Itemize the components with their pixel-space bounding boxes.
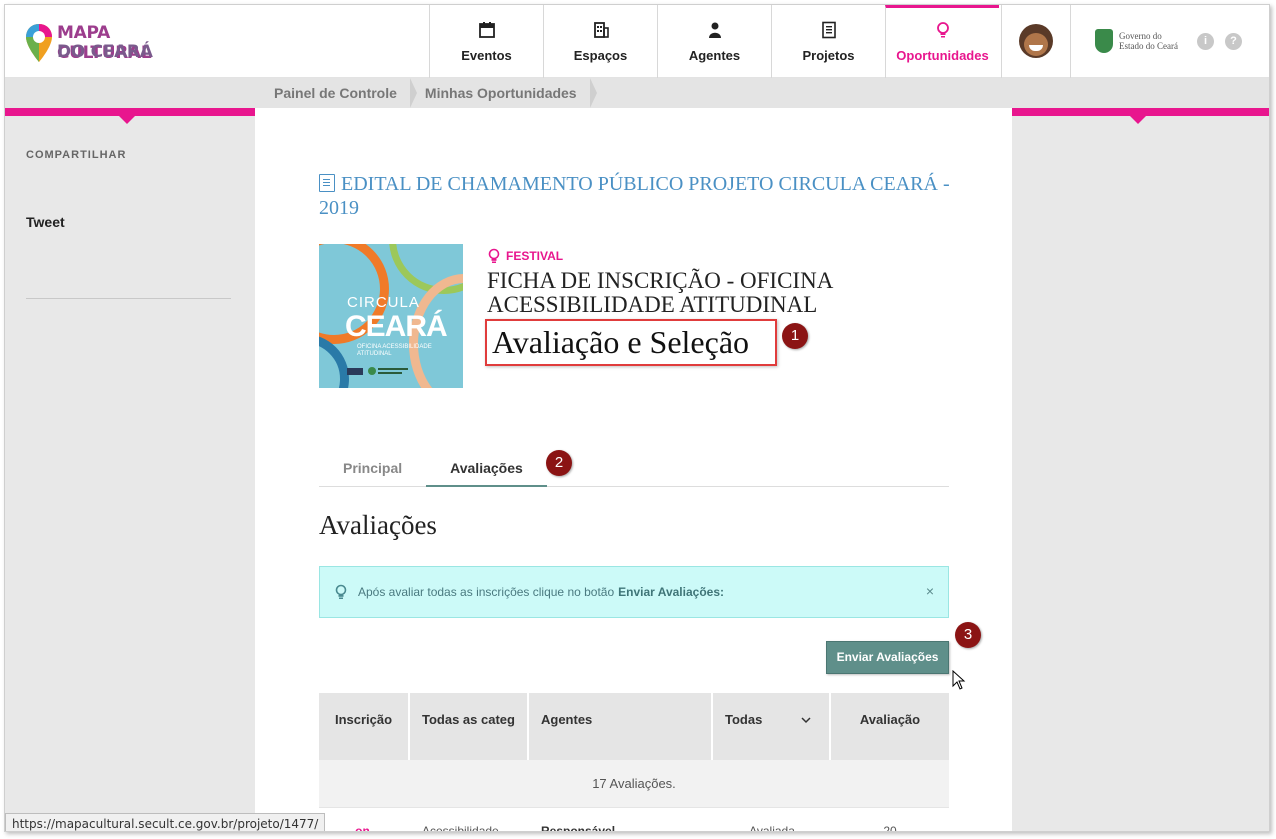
nav-label-eventos: Eventos xyxy=(461,48,512,63)
thumb-text-sub: OFICINA ACESSIBILIDADE ATITUDINAL xyxy=(357,344,432,358)
sidebar-divider xyxy=(26,298,231,299)
opportunity-thumbnail: CIRCULA CEARÁ OFICINA ACESSIBILIDADE ATIT… xyxy=(319,244,463,388)
annotation-badge-2: 2 xyxy=(546,450,572,476)
sidebar-accent-bar xyxy=(1012,108,1269,116)
column-filter-categories[interactable]: Todas as categ xyxy=(410,693,529,760)
tweet-button[interactable]: Tweet xyxy=(26,214,65,230)
building-icon xyxy=(593,22,609,38)
site-header: MAPA CULTURAL DO CEARÁ Eventos Espaços A… xyxy=(5,5,1269,78)
chevron-down-icon xyxy=(801,717,811,724)
column-header-inscricao[interactable]: Inscrição xyxy=(319,693,410,760)
section-heading: Avaliações xyxy=(319,510,437,540)
person-icon xyxy=(708,22,721,38)
calendar-icon xyxy=(478,22,495,38)
parent-project-title: EDITAL DE CHAMAMENTO PÚBLICO PROJETO CIR… xyxy=(319,173,950,219)
avatar xyxy=(1019,24,1053,58)
close-icon[interactable]: × xyxy=(926,583,934,599)
help-icon[interactable]: ? xyxy=(1225,33,1242,50)
user-menu[interactable] xyxy=(1001,5,1071,78)
tab-principal[interactable]: Principal xyxy=(319,451,426,487)
browser-status-url: https://mapacultural.secult.ce.gov.br/pr… xyxy=(5,813,326,831)
evaluations-table: Inscrição Todas as categ Agentes Todas A… xyxy=(319,693,949,832)
evaluations-count-row: 17 Avaliações. xyxy=(319,760,949,808)
sponsor-logos xyxy=(347,367,408,375)
column-filter-status[interactable]: Todas xyxy=(713,693,831,760)
nav-label-agentes: Agentes xyxy=(688,48,741,63)
table-row[interactable]: on- Acessibilidade Responsável Avaliada … xyxy=(319,808,949,832)
project-document-icon xyxy=(319,174,335,192)
phase-highlight: Avaliação e Seleção xyxy=(485,319,777,366)
thumb-sub-line1: OFICINA ACESSIBILIDADE xyxy=(357,344,432,350)
cell-status: Avaliada xyxy=(749,824,795,832)
alert-bold-text: Enviar Avaliações: xyxy=(618,585,724,599)
tab-avaliacoes[interactable]: Avaliações xyxy=(426,451,547,487)
column-header-avaliacao[interactable]: Avaliação xyxy=(831,693,949,760)
send-evaluations-button[interactable]: Enviar Avaliações xyxy=(826,641,949,674)
nav-item-oportunidades[interactable]: Oportunidades xyxy=(885,5,999,78)
annotation-badge-1: 1 xyxy=(782,323,808,349)
map-pin-logo-icon xyxy=(26,24,52,62)
breadcrumb: Painel de Controle Minhas Oportunidades xyxy=(260,78,1012,108)
nav-label-oportunidades: Oportunidades xyxy=(896,48,989,63)
category-tag: FESTIVAL xyxy=(487,248,563,264)
lightbulb-icon xyxy=(335,584,347,599)
mouse-cursor-icon xyxy=(952,670,966,690)
table-header: Inscrição Todas as categ Agentes Todas A… xyxy=(319,693,949,760)
nav-item-eventos[interactable]: Eventos xyxy=(429,5,543,78)
nav-label-projetos: Projetos xyxy=(802,48,855,63)
alert-text: Após avaliar todas as inscrições clique … xyxy=(358,585,615,599)
lightbulb-icon xyxy=(488,248,500,263)
gov-text-line1: Governo do xyxy=(1119,31,1162,41)
tab-bar: Principal Avaliações xyxy=(319,451,949,487)
left-sidebar: COMPARTILHAR Tweet xyxy=(5,108,255,831)
info-icon[interactable]: i xyxy=(1197,33,1214,50)
annotation-badge-3: 3 xyxy=(955,622,981,648)
cell-evaluation: 20 xyxy=(883,824,897,832)
document-icon xyxy=(821,21,836,39)
nav-item-projetos[interactable]: Projetos xyxy=(771,5,885,78)
info-alert: Após avaliar todas as inscrições clique … xyxy=(319,566,949,618)
state-seal-icon xyxy=(1095,29,1113,53)
nav-item-espacos[interactable]: Espaços xyxy=(543,5,657,78)
opportunity-title: FICHA DE INSCRIÇÃO - OFICINA ACESSIBILID… xyxy=(487,268,833,317)
share-title: COMPARTILHAR xyxy=(26,149,127,161)
category-label: FESTIVAL xyxy=(506,249,564,263)
gov-text-line2: Estado do Ceará xyxy=(1119,41,1178,51)
sidebar-accent-bar xyxy=(5,108,255,116)
cell-inscricao[interactable]: on- xyxy=(319,808,410,831)
lightbulb-icon xyxy=(936,22,949,38)
phase-title: Avaliação e Seleção xyxy=(492,324,750,360)
cell-agents: Responsável xyxy=(541,824,616,832)
parent-project-link[interactable]: EDITAL DE CHAMAMENTO PÚBLICO PROJETO CIR… xyxy=(319,172,959,220)
breadcrumb-item-oportunidades[interactable]: Minhas Oportunidades xyxy=(411,78,597,108)
main-nav: Eventos Espaços Agentes Projetos Oportun… xyxy=(429,5,999,78)
nav-label-espacos: Espaços xyxy=(573,48,628,63)
column-header-agentes[interactable]: Agentes xyxy=(529,693,713,760)
status-filter-label: Todas xyxy=(725,712,763,727)
government-logo: Governo do Estado do Ceará xyxy=(1095,29,1195,55)
browser-viewport: MAPA CULTURAL DO CEARÁ Eventos Espaços A… xyxy=(4,4,1270,832)
nav-item-agentes[interactable]: Agentes xyxy=(657,5,771,78)
sidebar-accent-arrow xyxy=(119,116,135,124)
thumb-text-ceara: CEARÁ xyxy=(345,310,448,343)
thumb-sub-line2: ATITUDINAL xyxy=(357,351,392,357)
thumb-text-circula: CIRCULA xyxy=(347,294,420,311)
logo-text-line2: DO CEARÁ xyxy=(57,42,153,62)
breadcrumb-item-painel[interactable]: Painel de Controle xyxy=(260,78,417,108)
sidebar-accent-arrow xyxy=(1130,116,1146,124)
right-sidebar xyxy=(1012,108,1269,831)
cell-category: Acessibilidade xyxy=(422,824,499,832)
main-content: EDITAL DE CHAMAMENTO PÚBLICO PROJETO CIR… xyxy=(255,108,1012,832)
site-logo[interactable]: MAPA CULTURAL DO CEARÁ xyxy=(25,23,175,63)
